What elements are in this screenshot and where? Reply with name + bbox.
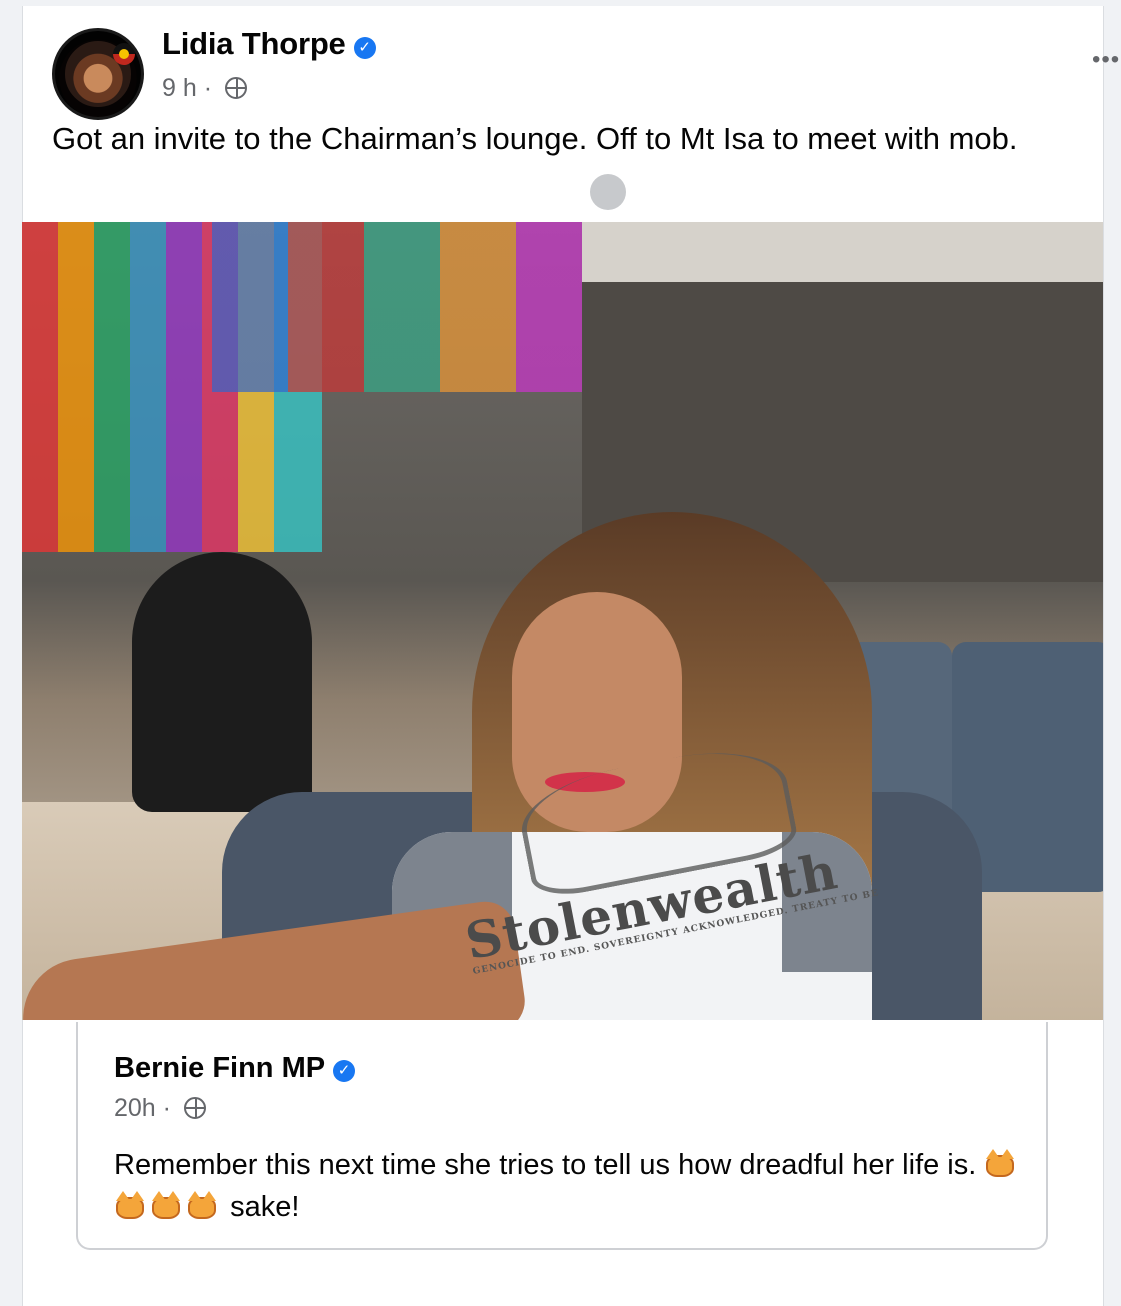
shared-post-text-end: sake! bbox=[230, 1191, 300, 1223]
pouting-cat-emoji-icon bbox=[150, 1191, 182, 1221]
post-photo[interactable]: Stolenwealth GENOCIDE TO END. SOVEREIGNT… bbox=[22, 222, 1103, 1020]
shared-post-text: Remember this next time she tries to tel… bbox=[114, 1144, 1034, 1228]
author-name[interactable]: Lidia Thorpe ✓ bbox=[162, 26, 376, 62]
globe-icon bbox=[183, 1097, 206, 1119]
post-header: Lidia Thorpe ✓ 9 h · ••• bbox=[52, 22, 1119, 120]
person-selfie bbox=[22, 502, 902, 1020]
pouting-cat-emoji-icon bbox=[186, 1191, 218, 1221]
verified-badge-icon: ✓ bbox=[353, 37, 376, 59]
shared-post-meta: 20h · bbox=[114, 1094, 206, 1123]
shared-author-name-text[interactable]: Bernie Finn MP bbox=[114, 1052, 325, 1084]
globe-icon bbox=[225, 77, 247, 99]
post-time[interactable]: 9 h bbox=[162, 74, 197, 102]
meta-separator: · bbox=[162, 1094, 178, 1122]
ceiling bbox=[582, 222, 1103, 282]
shared-post-time[interactable]: 20h bbox=[114, 1094, 156, 1122]
post-text: Got an invite to the Chairman’s lounge. … bbox=[52, 121, 1018, 156]
meta-separator: · bbox=[203, 74, 219, 102]
verified-badge-icon: ✓ bbox=[333, 1060, 356, 1082]
aboriginal-flag-icon bbox=[113, 43, 135, 65]
pouting-cat-emoji-icon bbox=[984, 1149, 1016, 1179]
post-meta: 9 h · bbox=[162, 74, 247, 103]
author-avatar[interactable] bbox=[52, 28, 144, 120]
outstretched-arm bbox=[22, 897, 529, 1020]
author-name-text[interactable]: Lidia Thorpe bbox=[162, 26, 346, 61]
shared-post-card[interactable]: Bernie Finn MP ✓ 20h · Remember this next… bbox=[76, 1022, 1048, 1250]
more-options-button[interactable]: ••• bbox=[1092, 46, 1120, 74]
loading-indicator bbox=[590, 174, 626, 210]
colored-shelves-upper bbox=[212, 222, 592, 392]
pouting-cat-emoji-icon bbox=[114, 1191, 146, 1221]
shared-author-name[interactable]: Bernie Finn MP ✓ bbox=[114, 1052, 356, 1085]
shared-post-text-main: Remember this next time she tries to tel… bbox=[114, 1149, 977, 1181]
